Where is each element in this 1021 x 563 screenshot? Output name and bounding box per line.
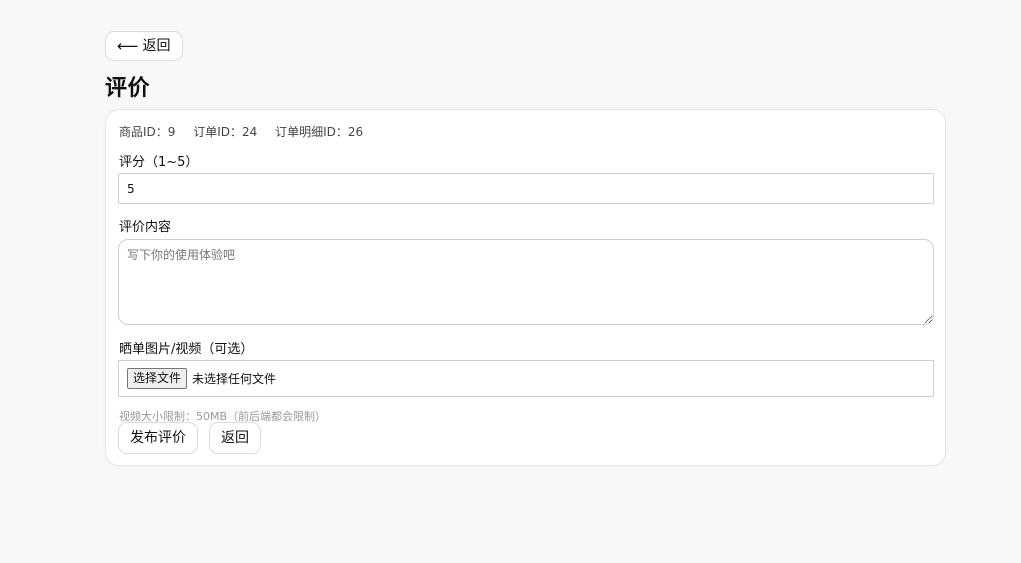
file-status: 未选择任何文件 [192, 372, 277, 386]
product-id: 商品ID：9 [119, 125, 176, 139]
order-id: 订单ID：24 [193, 125, 258, 139]
page-title: 评价 [105, 76, 151, 101]
arrow-left-icon: ⟵ [117, 37, 139, 55]
rating-label: 评分（1~5） [119, 155, 199, 170]
return-button[interactable]: 返回 [209, 422, 261, 454]
back-button-label: 返回 [142, 38, 171, 54]
media-label: 晒单图片/视频（可选） [119, 342, 254, 357]
choose-file-button[interactable]: 选择文件 [127, 368, 188, 389]
publish-review-button[interactable]: 发布评价 [118, 422, 198, 454]
review-form-card: 商品ID：9 订单ID：24 订单明细ID：26 评分（1~5） 评价内容 晒单… [105, 109, 946, 466]
media-file-input[interactable]: 选择文件 未选择任何文件 [118, 360, 934, 397]
review-content-textarea[interactable] [118, 239, 934, 325]
order-meta: 商品ID：9 订单ID：24 订单明细ID：26 [119, 123, 377, 140]
order-item-id: 订单明细ID：26 [275, 125, 364, 139]
back-button[interactable]: ⟵ 返回 [105, 31, 183, 61]
content-label: 评价内容 [119, 220, 172, 235]
rating-input[interactable] [118, 173, 934, 204]
